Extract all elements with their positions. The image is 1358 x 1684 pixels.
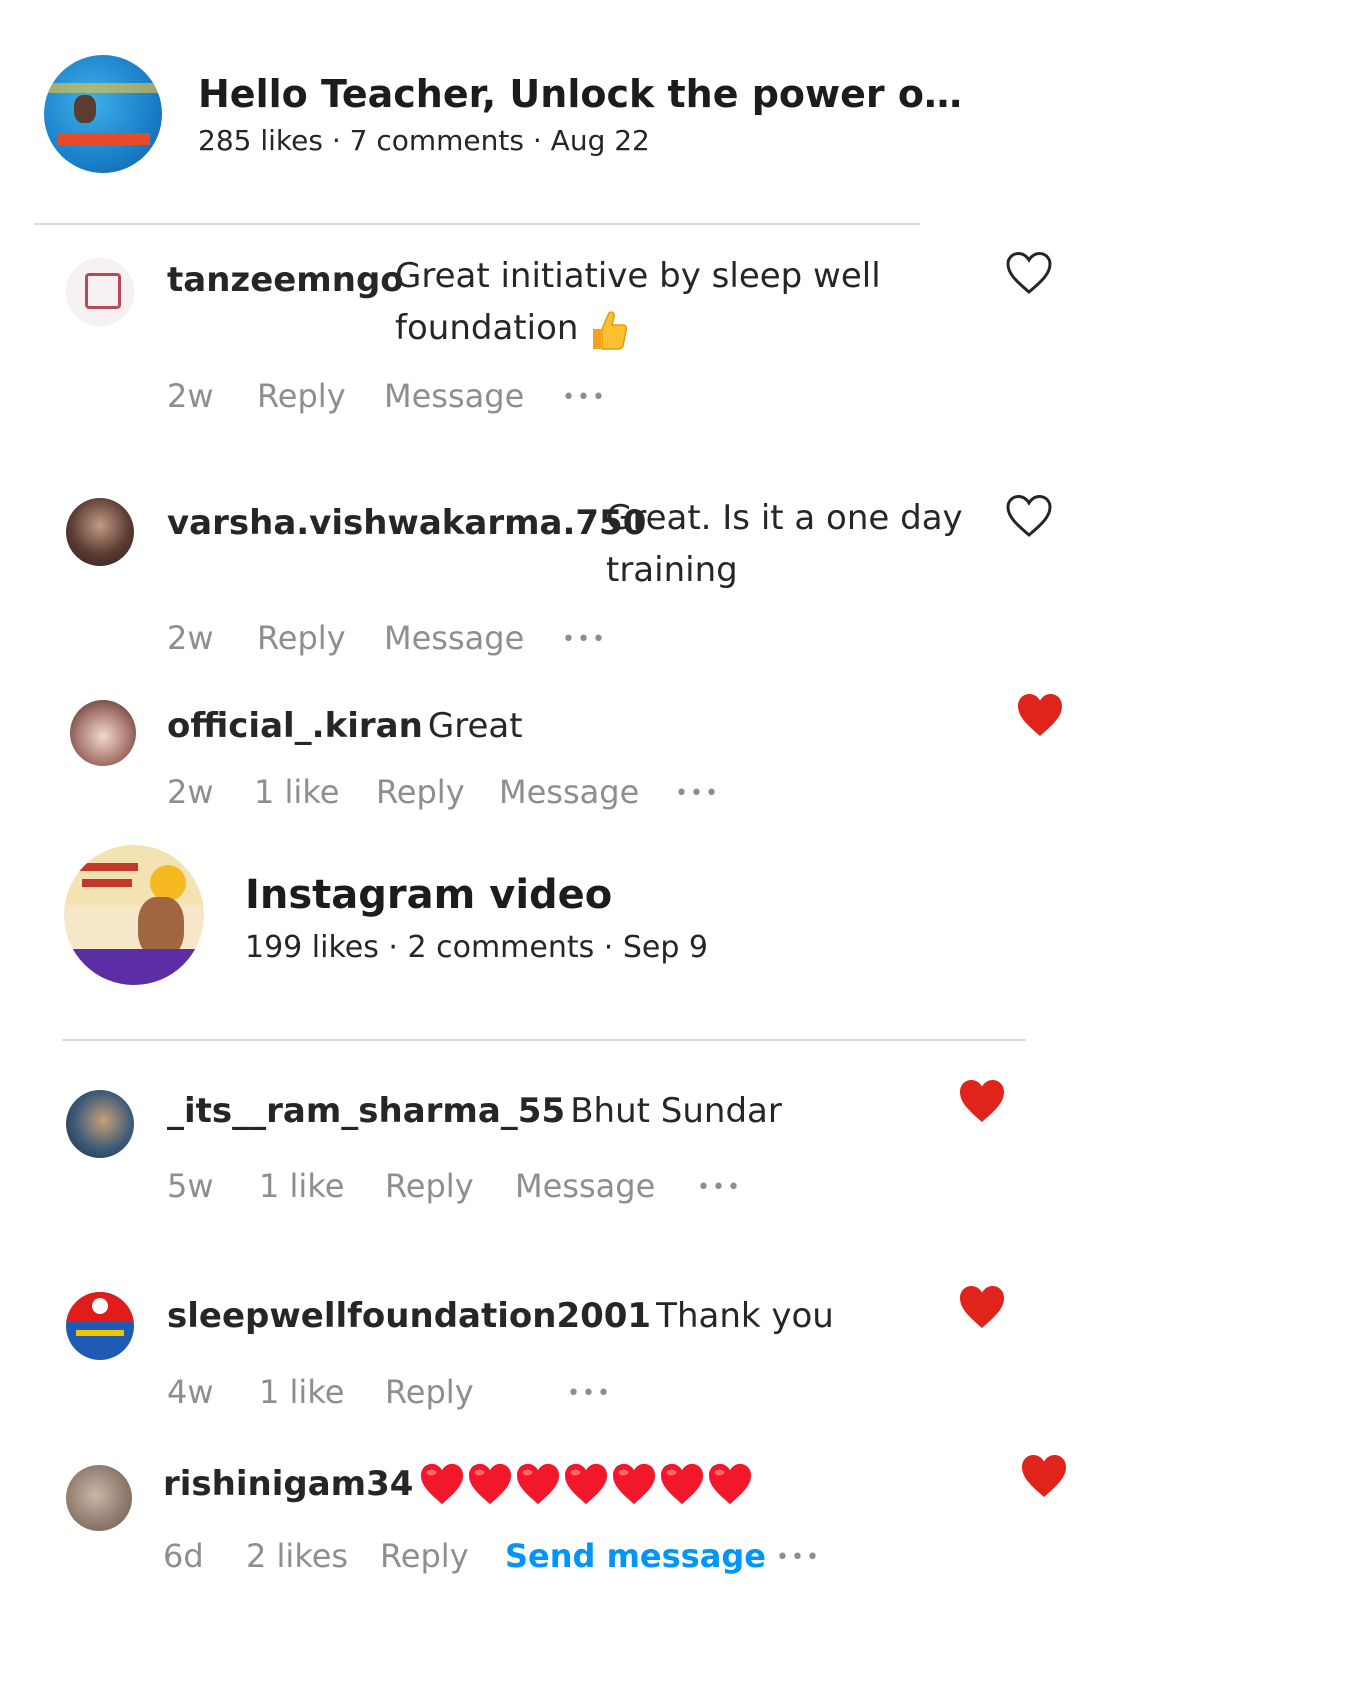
- thumbnail-headline: [78, 863, 138, 871]
- comment-username[interactable]: sleepwellfoundation2001: [167, 1296, 651, 1336]
- comment-username[interactable]: rishinigam34: [163, 1464, 413, 1504]
- red-heart-icon: [419, 1462, 465, 1506]
- message-button[interactable]: Message: [384, 377, 524, 415]
- red-heart-icon: [611, 1462, 657, 1506]
- comment-username[interactable]: tanzeemngo: [167, 260, 404, 300]
- thumbnail-banner: [58, 133, 150, 145]
- comment-line: rishinigam34: [163, 1462, 755, 1506]
- reply-button[interactable]: Reply: [385, 1373, 474, 1411]
- more-options-icon[interactable]: •••: [675, 781, 720, 806]
- message-button[interactable]: Message: [499, 773, 639, 811]
- thumbnail-stripe: [44, 83, 162, 93]
- avatar[interactable]: [66, 1292, 134, 1360]
- comment-actions: 5w 1 like Reply Message •••: [167, 1167, 767, 1207]
- comment-username[interactable]: _its__ram_sharma_55: [167, 1091, 565, 1131]
- like-count[interactable]: 1 like: [259, 1373, 344, 1411]
- red-heart-icon: [467, 1462, 513, 1506]
- avatar[interactable]: [70, 700, 136, 766]
- reply-button[interactable]: Reply: [376, 773, 465, 811]
- more-options-icon[interactable]: •••: [697, 1175, 742, 1200]
- like-heart-icon[interactable]: [1005, 250, 1053, 296]
- logo-stripe: [76, 1330, 124, 1336]
- send-message-button[interactable]: Send message: [505, 1537, 766, 1575]
- more-options-icon[interactable]: •••: [562, 385, 607, 410]
- reply-button[interactable]: Reply: [380, 1537, 469, 1575]
- post-title[interactable]: Instagram video: [245, 872, 612, 918]
- comment-time: 6d: [163, 1537, 204, 1575]
- red-heart-icon: [563, 1462, 609, 1506]
- avatar[interactable]: [66, 1465, 132, 1531]
- comment-text-line: Great initiative by sleep well: [395, 256, 881, 296]
- like-count[interactable]: 2 likes: [246, 1537, 348, 1575]
- more-options-icon[interactable]: •••: [567, 1381, 612, 1406]
- comment-time: 4w: [167, 1373, 214, 1411]
- comment-line: _its__ram_sharma_55 Bhut Sundar: [167, 1085, 782, 1137]
- comment-text-line: training: [606, 550, 738, 590]
- message-button[interactable]: Message: [515, 1167, 655, 1205]
- more-options-icon[interactable]: •••: [776, 1545, 821, 1570]
- liked-heart-icon[interactable]: [1016, 692, 1064, 738]
- post-thumbnail[interactable]: [44, 55, 162, 173]
- logo-star-icon: [92, 1298, 108, 1314]
- comment-text: Great. Is it a one day training: [606, 492, 966, 596]
- comment-time: 2w: [167, 773, 214, 811]
- avatar[interactable]: [66, 1090, 134, 1158]
- thumbnail-headline2: [82, 879, 132, 887]
- comment-username[interactable]: official_.kiran: [167, 706, 423, 746]
- comment-time: 5w: [167, 1167, 214, 1205]
- comment-text: Great: [427, 706, 523, 746]
- thumbs-up-icon: [589, 309, 629, 351]
- like-heart-icon[interactable]: [1005, 493, 1053, 539]
- thumbnail-person: [74, 95, 96, 123]
- red-heart-icon: [515, 1462, 561, 1506]
- comment-text-line: foundation: [395, 308, 579, 348]
- red-heart-icon: [659, 1462, 705, 1506]
- comment-line: official_.kiran Great: [167, 700, 523, 752]
- comment-time: 2w: [167, 619, 214, 657]
- post-title[interactable]: Hello Teacher, Unlock the power o…: [198, 72, 962, 116]
- like-count[interactable]: 1 like: [254, 773, 339, 811]
- comment-actions: 2w 1 like Reply Message •••: [167, 773, 767, 813]
- liked-heart-icon[interactable]: [1020, 1453, 1068, 1499]
- liked-heart-icon[interactable]: [958, 1284, 1006, 1330]
- comment-emoji-hearts: [419, 1462, 755, 1506]
- avatar[interactable]: [66, 498, 134, 566]
- comment-text-line2: foundation: [395, 302, 895, 354]
- comment-text-line: Great. Is it a one day: [606, 498, 963, 538]
- comment-text: Thank you: [656, 1296, 834, 1336]
- post-thumbnail[interactable]: [64, 845, 204, 985]
- comment-username[interactable]: varsha.vishwakarma.750: [167, 503, 646, 543]
- comment-actions: 6d 2 likes Reply Send message •••: [163, 1537, 863, 1577]
- thumbnail-sun: [150, 865, 186, 901]
- thumbnail-band: [64, 949, 204, 985]
- divider: [34, 223, 920, 225]
- post-meta: 199 likes · 2 comments · Sep 9: [245, 930, 709, 965]
- liked-heart-icon[interactable]: [958, 1078, 1006, 1124]
- thumbnail-person: [138, 897, 184, 957]
- reply-button[interactable]: Reply: [257, 377, 346, 415]
- comment-actions: 4w 1 like Reply •••: [167, 1373, 767, 1413]
- comment-text: Bhut Sundar: [570, 1091, 782, 1131]
- message-button[interactable]: Message: [384, 619, 524, 657]
- like-count[interactable]: 1 like: [259, 1167, 344, 1205]
- comment-actions: 2w Reply Message •••: [167, 619, 667, 659]
- more-options-icon[interactable]: •••: [562, 627, 607, 652]
- reply-button[interactable]: Reply: [385, 1167, 474, 1205]
- comment-actions: 2w Reply Message •••: [167, 377, 667, 417]
- avatar[interactable]: [66, 258, 134, 326]
- divider: [62, 1039, 1026, 1041]
- comment-time: 2w: [167, 377, 214, 415]
- comment-text: Great initiative by sleep well foundatio…: [395, 250, 895, 354]
- reply-button[interactable]: Reply: [257, 619, 346, 657]
- comment-line: sleepwellfoundation2001 Thank you: [167, 1290, 834, 1342]
- logo-icon: [85, 273, 121, 309]
- post-meta: 285 likes · 7 comments · Aug 22: [198, 124, 650, 157]
- red-heart-icon: [707, 1462, 753, 1506]
